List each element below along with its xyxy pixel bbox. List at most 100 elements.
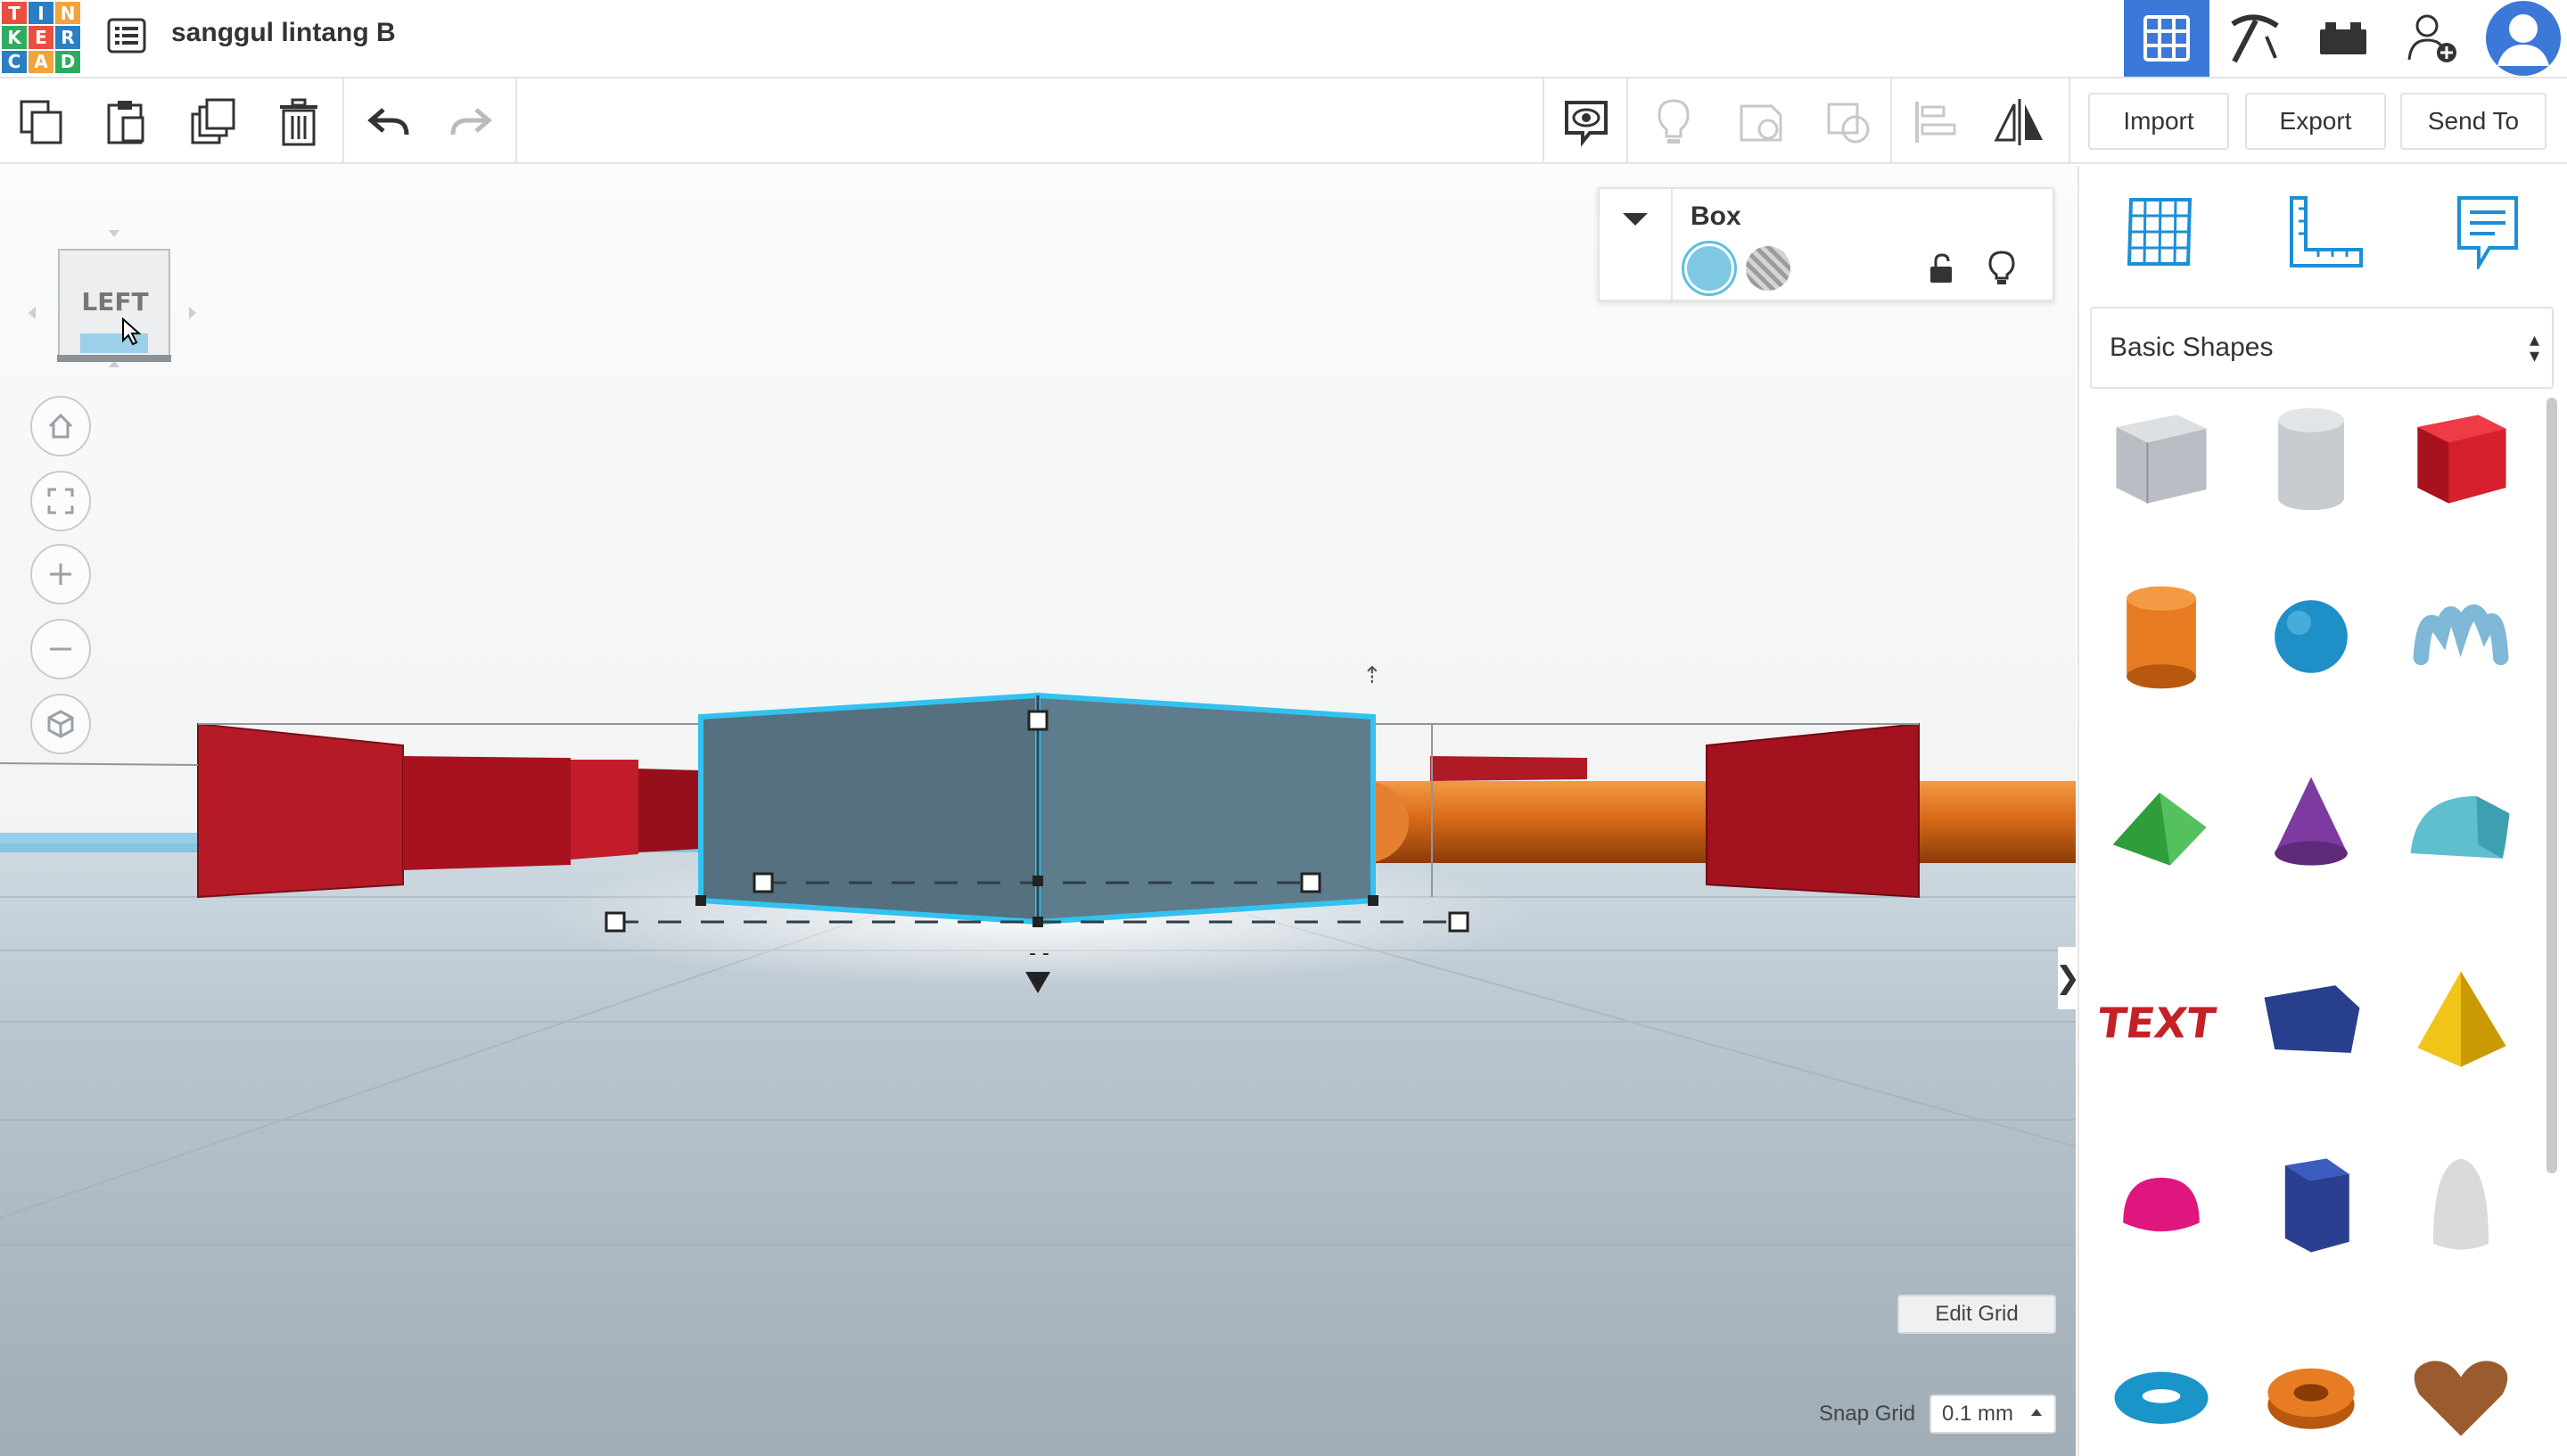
delete-icon [280,98,317,146]
toolbar-separator [515,78,517,162]
inspector-collapse-button[interactable] [1600,189,1673,300]
invite-user-button[interactable] [2390,0,2475,77]
visibility-light-button[interactable] [1981,246,2022,291]
3d-design-view-button[interactable] [2124,0,2209,77]
zoom-in-button[interactable] [30,544,91,605]
design-title[interactable]: sanggul lintang B [171,18,396,48]
ungroup-button[interactable] [1817,91,1880,153]
ungroup-icon [1827,103,1870,144]
snap-grid-label: Snap Grid [1819,1402,1916,1426]
shape-scribble[interactable] [2398,569,2523,703]
profile-button[interactable] [2481,0,2566,77]
heart-icon [2414,1361,2508,1436]
design-list-button[interactable] [105,14,148,57]
minecraft-view-button[interactable] [2211,0,2297,77]
shape-sphere[interactable] [2249,569,2374,703]
snap-grid-select[interactable]: 0.1 mm [1929,1394,2056,1434]
shape-heart[interactable] [2398,1325,2523,1456]
shape-half-sphere[interactable] [2099,1138,2224,1271]
box-icon [2417,415,2506,504]
logo-letter: A [29,50,53,73]
shape-cylinder[interactable] [2099,569,2224,703]
fit-view-button[interactable] [30,471,91,531]
shape-polygon[interactable] [2249,1138,2374,1271]
shape-round-roof[interactable] [2398,756,2523,890]
panel-toggle-button[interactable]: ❯ [2055,947,2076,1009]
svg-text:TEXT: TEXT [2099,999,2218,1049]
toolbar: Import Export Send To [0,78,2567,164]
workplane-viewport[interactable]: - - ⇡ LEFT Box Edit Grid Snap Grid 0.1 m… [0,166,2076,1456]
text-icon: TEXT [2099,999,2218,1049]
paste-button[interactable] [95,91,157,153]
cylinder-hole-icon [2278,407,2344,511]
shape-text[interactable]: TEXT [2099,952,2224,1086]
shape-box[interactable] [2398,391,2523,524]
align-button[interactable] [1905,91,1967,153]
notes-tab[interactable] [2443,187,2532,276]
shape-cone[interactable] [2249,756,2374,890]
shape-paraboloid[interactable] [2398,1138,2523,1271]
mirror-button[interactable] [1988,91,2051,153]
height-marker: - - [1029,942,1049,965]
mirror-icon [1994,99,2043,145]
shape-roof[interactable] [2099,756,2224,890]
logo-letter: D [55,50,80,73]
import-button[interactable]: Import [2088,93,2229,150]
send-to-button[interactable]: Send To [2400,93,2546,150]
duplicate-button[interactable] [182,91,244,153]
view-cube[interactable]: LEFT [25,193,203,371]
toolbar-separator [1890,78,1892,162]
shape-cylinder-hole[interactable] [2249,391,2374,524]
bricks-icon [2320,22,2366,54]
lock-button[interactable] [1921,248,1962,289]
ortho-view-button[interactable] [30,694,91,754]
selected-box-right-face[interactable] [1035,692,1376,925]
delete-button[interactable] [267,91,330,153]
hole-button[interactable] [1746,246,1790,291]
design-list-icon [107,18,146,53]
bricks-view-button[interactable] [2300,0,2386,77]
view-cube-label: LEFT [81,287,149,317]
group-button[interactable] [1730,91,1792,153]
tinkercad-logo[interactable]: TIN KER CAD [0,0,82,75]
undo-button[interactable] [357,91,419,153]
red-box-right-face[interactable] [1706,722,1920,899]
ruler-icon [2290,196,2363,267]
rotate-handle[interactable]: ⇡ [1362,662,1382,689]
inspector-shape-name[interactable]: Box [1691,202,1741,232]
view-cube-graphic [29,230,196,367]
shape-wedge[interactable] [2249,952,2374,1086]
red-box-left-face[interactable] [197,722,404,899]
red-box-face[interactable] [638,769,701,852]
caret-up-icon [2031,1409,2042,1416]
solid-color-button[interactable] [1682,241,1737,296]
copy-icon [20,100,62,144]
scene-render[interactable]: - - ⇡ [0,166,2076,1456]
zoom-out-button[interactable] [30,619,91,679]
red-box-face[interactable] [571,760,638,860]
workplane-tab[interactable] [2115,187,2204,276]
undo-icon [367,108,409,136]
shape-torus[interactable] [2099,1325,2224,1456]
profile-avatar-icon [2486,1,2561,76]
redo-button[interactable] [440,91,503,153]
shape-pyramid[interactable] [2398,952,2523,1086]
scribble-icon [2413,605,2509,666]
shape-tube[interactable] [2249,1325,2374,1456]
shape-box-hole[interactable] [2099,391,2224,524]
red-box-middle-face[interactable] [403,756,571,870]
copy-button[interactable] [11,91,73,153]
home-view-button[interactable] [30,396,91,457]
red-box-far-face[interactable] [1430,756,1587,781]
hide-button[interactable] [1642,91,1705,153]
edit-grid-button[interactable]: Edit Grid [1897,1295,2056,1334]
selected-box-left-face[interactable] [698,692,1041,925]
shapes-scrollbar[interactable] [2546,398,2557,1173]
ruler-tab[interactable] [2281,187,2370,276]
tube-icon [2267,1368,2355,1429]
show-all-button[interactable] [1555,91,1617,153]
pyramid-icon [2417,971,2506,1067]
export-button[interactable]: Export [2245,93,2386,150]
logo-letter: E [29,26,53,49]
shape-category-select[interactable]: Basic Shapes ▴ ▾ [2090,307,2554,389]
